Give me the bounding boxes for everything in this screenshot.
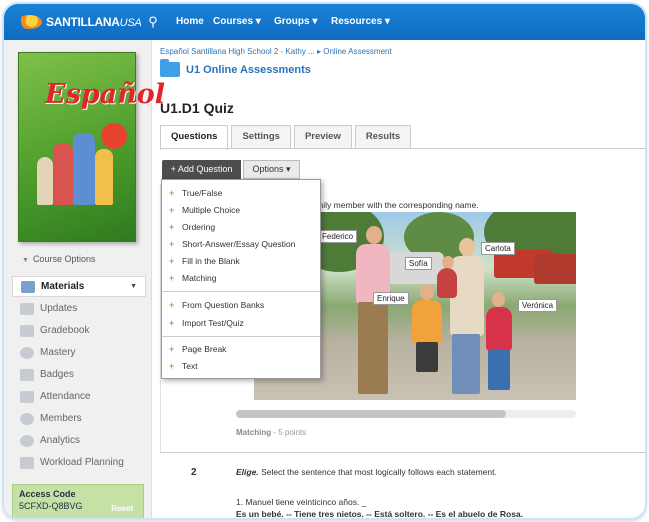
add-question-button[interactable]: + Add Question bbox=[162, 160, 241, 179]
search-icon[interactable]: ⚲ bbox=[144, 13, 162, 31]
triangle-down-icon: ▼ bbox=[22, 257, 29, 264]
course-options-link[interactable]: ▼ Course Options bbox=[22, 254, 95, 264]
question-2-instruction: Elige. Select the sentence that most log… bbox=[236, 467, 497, 477]
sidebar-item-members[interactable]: Members bbox=[12, 408, 146, 429]
menu-item-ordering[interactable]: + Ordering bbox=[169, 220, 215, 234]
breadcrumb[interactable]: Español Santillana High School 2 - Kathy… bbox=[160, 47, 392, 56]
question-divider bbox=[160, 452, 645, 453]
chevron-down-icon: ▼ bbox=[130, 283, 137, 290]
menu-item-from-question-banks[interactable]: + From Question Banks bbox=[169, 298, 264, 312]
book-badge-icon bbox=[101, 123, 127, 149]
sidebar-item-attendance[interactable]: Attendance bbox=[12, 386, 146, 407]
workload-icon bbox=[20, 456, 34, 469]
folder-icon bbox=[160, 59, 180, 77]
analytics-icon bbox=[20, 434, 34, 447]
tabs-divider bbox=[160, 148, 645, 149]
menu-item-page-break[interactable]: + Page Break bbox=[169, 342, 226, 356]
access-code-label: Access Code bbox=[19, 489, 76, 499]
menu-item-multiple-choice[interactable]: + Multiple Choice bbox=[169, 203, 240, 217]
menu-item-short-answer-essay[interactable]: + Short-Answer/Essay Question bbox=[169, 237, 295, 251]
sidebar-item-materials[interactable]: Materials ▼ bbox=[12, 276, 146, 297]
plus-icon: + bbox=[169, 256, 175, 266]
question-2-choices: Es un bebé. -- Tiene tres nietos. -- Est… bbox=[236, 509, 524, 518]
santillana-logo[interactable]: SANTILLANAUSA bbox=[16, 13, 142, 31]
plus-icon: + bbox=[169, 300, 175, 310]
access-code-box: Access Code 5CFXD-Q8BVG Reset bbox=[12, 484, 144, 518]
question-1-instruction: h family member with the corresponding n… bbox=[302, 200, 479, 210]
plus-icon: + bbox=[169, 239, 175, 249]
page-title: U1.D1 Quiz bbox=[160, 100, 234, 116]
sidebar-item-badges[interactable]: Badges bbox=[12, 364, 146, 385]
question-1-type: Matching - 5 points bbox=[236, 428, 307, 437]
menu-item-import-test-quiz[interactable]: + Import Test/Quiz bbox=[169, 316, 244, 330]
name-tag-veronica[interactable]: Verónica bbox=[518, 299, 558, 312]
course-sidebar: Español ▼ Course Options Materials ▼ Upda… bbox=[4, 40, 165, 518]
badges-icon bbox=[20, 368, 34, 381]
tab-preview[interactable]: Preview bbox=[293, 125, 352, 149]
sidebar-item-mastery[interactable]: Mastery bbox=[12, 342, 146, 363]
plus-icon: + bbox=[169, 344, 175, 354]
sidebar-item-analytics[interactable]: Analytics bbox=[12, 430, 146, 451]
name-tag-carlota[interactable]: Carlota bbox=[481, 242, 515, 255]
plus-icon: + bbox=[169, 205, 175, 215]
brand-suffix: USA bbox=[119, 17, 142, 29]
updates-icon bbox=[20, 302, 34, 315]
sidebar-item-updates[interactable]: Updates bbox=[12, 298, 146, 319]
question-2-number: 2 bbox=[191, 467, 197, 478]
nav-resources[interactable]: Resources ▾ bbox=[331, 16, 390, 27]
menu-item-matching[interactable]: + Matching bbox=[169, 271, 217, 285]
materials-icon bbox=[21, 280, 35, 293]
plus-icon: + bbox=[169, 273, 175, 283]
menu-item-fill-in-the-blank[interactable]: + Fill in the Blank bbox=[169, 254, 240, 268]
section-title[interactable]: U1 Online Assessments bbox=[186, 64, 311, 76]
gradebook-icon bbox=[20, 324, 34, 337]
nav-courses[interactable]: Courses ▾ bbox=[213, 16, 261, 27]
assessment-tabs: Questions Settings Preview Results bbox=[160, 125, 414, 150]
nav-home[interactable]: Home bbox=[176, 16, 204, 27]
question-2-item: 1. Manuel tiene veinticinco años. _ bbox=[236, 497, 367, 507]
reset-access-code-button[interactable]: Reset bbox=[111, 504, 133, 513]
app-window: SANTILLANAUSA ⚲ Home Courses ▾ Groups ▾ … bbox=[4, 4, 645, 518]
plus-icon: + bbox=[169, 188, 175, 198]
attendance-icon bbox=[20, 390, 34, 403]
plus-icon: + bbox=[169, 361, 175, 371]
menu-separator bbox=[162, 291, 320, 292]
plus-icon: + bbox=[169, 318, 175, 328]
logo-swoosh-icon bbox=[16, 15, 42, 29]
tab-settings[interactable]: Settings bbox=[231, 125, 291, 149]
course-book-cover: Español bbox=[18, 52, 165, 242]
horizontal-scrollbar-thumb[interactable] bbox=[236, 410, 506, 418]
plus-icon: + bbox=[169, 222, 175, 232]
sidebar-item-gradebook[interactable]: Gradebook bbox=[12, 320, 146, 341]
brand-name: SANTILLANA bbox=[46, 15, 120, 29]
sidebar-item-workload-planning[interactable]: Workload Planning bbox=[12, 452, 146, 473]
menu-item-true-false[interactable]: + True/False bbox=[169, 186, 222, 200]
tab-results[interactable]: Results bbox=[354, 125, 412, 149]
mastery-icon bbox=[20, 346, 34, 359]
menu-separator bbox=[162, 336, 320, 337]
name-tag-sofia[interactable]: Sofía bbox=[405, 257, 432, 270]
nav-groups[interactable]: Groups ▾ bbox=[274, 16, 317, 27]
add-question-menu: + True/False + Multiple Choice + Ordering +… bbox=[161, 179, 321, 379]
name-tag-federico[interactable]: Federico bbox=[318, 230, 358, 243]
book-title: Español bbox=[45, 79, 166, 110]
options-dropdown-button[interactable]: Options ▾ bbox=[243, 160, 300, 179]
name-tag-enrique[interactable]: Enrique bbox=[373, 292, 409, 305]
top-navigation-bar: SANTILLANAUSA ⚲ Home Courses ▾ Groups ▾ … bbox=[4, 4, 645, 40]
tab-questions[interactable]: Questions bbox=[160, 125, 229, 150]
menu-item-text[interactable]: + Text bbox=[169, 359, 198, 373]
members-icon bbox=[20, 412, 34, 425]
